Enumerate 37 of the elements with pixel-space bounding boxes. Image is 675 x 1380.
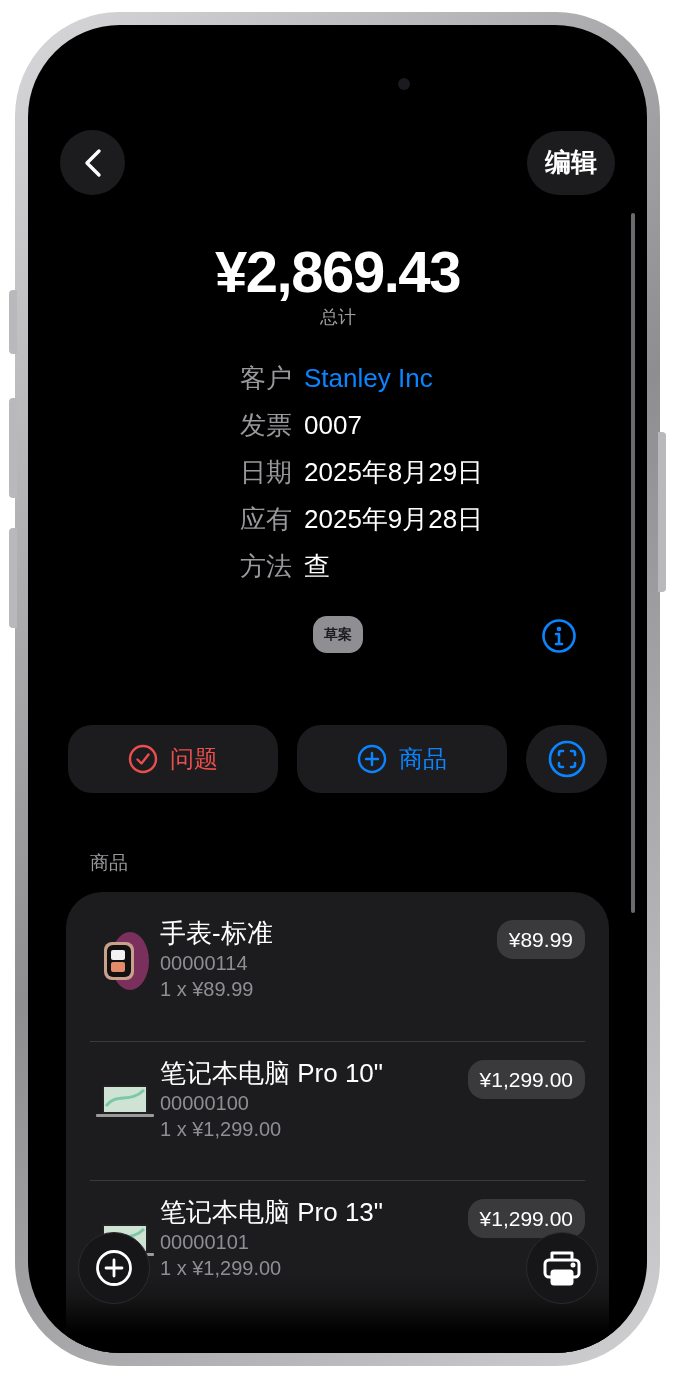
info-icon[interactable] (541, 618, 577, 654)
edit-button[interactable]: 编辑 (527, 130, 615, 195)
item-quantity: 1 x ¥89.99 (160, 976, 255, 1002)
chevron-left-icon (83, 147, 102, 178)
status-badge: 草案 (312, 616, 363, 653)
detail-value: 0007 (304, 409, 362, 442)
item-name: 笔记本电脑 Pro 13" (160, 1195, 385, 1229)
scan-icon (547, 740, 586, 778)
detail-label: 应有 (240, 503, 292, 536)
detail-label: 发票 (240, 409, 292, 442)
total-label: 总计 (319, 306, 356, 329)
item-code: 00000100 (160, 1090, 250, 1116)
total-amount: ¥2,869.43 (215, 242, 460, 302)
detail-value: 2025年8月29日 (304, 456, 484, 489)
laptop-drawing (96, 1083, 154, 1118)
plus-circle-icon (95, 1249, 133, 1287)
printer-icon (542, 1249, 582, 1287)
price-tag: ¥1,299.00 (467, 1198, 585, 1238)
detail-label: 日期 (240, 456, 292, 489)
item-name: 笔记本电脑 Pro 10" (160, 1056, 385, 1090)
issue-button[interactable]: 问题 (68, 725, 278, 793)
price-tag: ¥89.99 (496, 919, 585, 959)
customer-link[interactable]: Stanley Inc (304, 359, 433, 398)
detail-value: 查 (304, 550, 330, 583)
item-code: 00000101 (160, 1229, 250, 1255)
detail-label: 客户 (240, 362, 292, 395)
add-item-button[interactable]: 商品 (297, 725, 507, 793)
item-code: 00000114 (160, 950, 249, 976)
section-title: 商品 (89, 851, 129, 875)
price-tag: ¥1,299.00 (467, 1059, 585, 1099)
checkmark-circle-icon (128, 744, 158, 774)
item-quantity: 1 x ¥1,299.00 (160, 1255, 283, 1281)
detail-label: 方法 (240, 550, 292, 583)
plus-circle-icon (357, 744, 387, 774)
item-quantity: 1 x ¥1,299.00 (160, 1116, 283, 1142)
item-name: 手表-标准 (160, 916, 274, 950)
detail-value: 2025年9月28日 (304, 503, 484, 536)
